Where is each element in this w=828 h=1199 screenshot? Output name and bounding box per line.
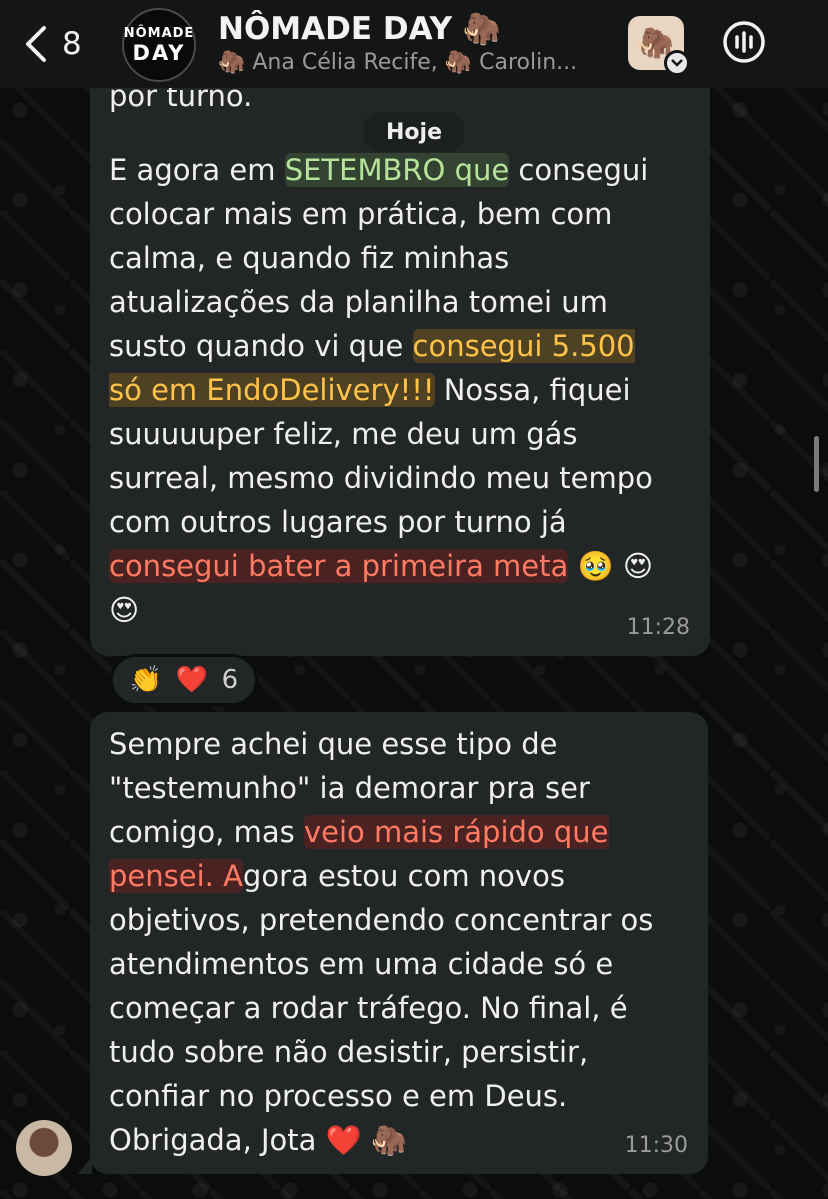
community-avatar[interactable]: 🦣 xyxy=(628,16,690,76)
date-separator: Hoje xyxy=(364,112,464,152)
highlight-red: consegui bater a primeira meta xyxy=(109,549,569,583)
message-time: 11:28 xyxy=(626,615,690,640)
highlight-green: SETEMBRO que xyxy=(284,153,510,187)
chevron-down-icon xyxy=(664,50,690,76)
chat-header: 8 NÔMADE DAY NÔMADE DAY 🦣 🦣 Ana Célia Re… xyxy=(0,0,828,88)
message-bubble[interactable]: Sempre achei que esse tipo de "testemunh… xyxy=(78,712,708,1174)
group-title[interactable]: NÔMADE DAY 🦣 xyxy=(218,10,501,47)
sender-avatar[interactable] xyxy=(16,1120,72,1176)
message-text: E agora em SETEMBRO que consegui colocar… xyxy=(109,148,690,632)
text-segment: E agora em xyxy=(109,153,285,187)
group-members[interactable]: 🦣 Ana Célia Recife, 🦣 Carolin... xyxy=(218,50,608,75)
voice-chat-button[interactable] xyxy=(720,18,768,66)
reactions-bar[interactable]: 👏 ❤️ 6 xyxy=(110,654,258,706)
back-button[interactable]: 8 xyxy=(22,22,102,66)
group-avatar[interactable]: NÔMADE DAY xyxy=(122,8,196,82)
unread-count: 8 xyxy=(62,26,82,62)
clap-icon: 👏 xyxy=(129,665,163,695)
scrollbar[interactable] xyxy=(814,436,819,492)
text-segment: gora estou com novos objetivos, pretende… xyxy=(109,859,654,1157)
group-logo-line2: DAY xyxy=(132,40,186,65)
chevron-left-icon xyxy=(26,26,46,62)
message-text: Sempre achei que esse tipo de "testemunh… xyxy=(109,722,688,1162)
reaction-count: 6 xyxy=(221,665,239,695)
group-logo-line1: NÔMADE xyxy=(123,25,195,41)
voice-wave-icon xyxy=(723,21,765,63)
heart-icon: ❤️ xyxy=(175,665,209,695)
message-time: 11:30 xyxy=(624,1133,688,1158)
